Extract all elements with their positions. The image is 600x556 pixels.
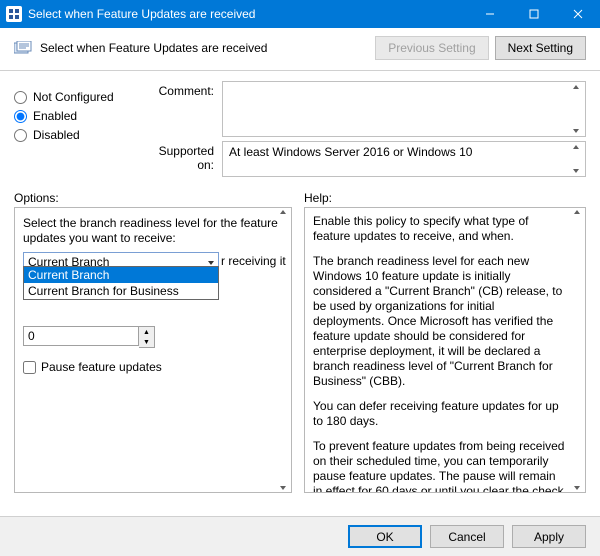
branch-dropdown[interactable]: Current Branch Current Branch for Busine… — [23, 266, 219, 300]
help-p4: To prevent feature updates from being re… — [313, 439, 567, 493]
radio-enabled[interactable]: Enabled — [14, 109, 144, 123]
options-panel: Select the branch readiness level for th… — [14, 207, 292, 493]
header: Select when Feature Updates are received… — [0, 28, 600, 71]
branch-prompt: Select the branch readiness level for th… — [23, 216, 283, 246]
radio-not-configured[interactable]: Not Configured — [14, 90, 144, 104]
comment-label: Comment: — [144, 81, 222, 137]
scroll-down-icon[interactable] — [569, 484, 585, 492]
supported-box: At least Windows Server 2016 or Windows … — [222, 141, 586, 177]
titlebar: Select when Feature Updates are received — [0, 0, 600, 28]
policy-icon — [14, 40, 32, 56]
help-p3: You can defer receiving feature updates … — [313, 399, 567, 429]
scroll-up-icon[interactable] — [568, 83, 584, 91]
supported-label: Supported on: — [144, 141, 222, 177]
ok-button[interactable]: OK — [348, 525, 422, 548]
help-panel: Enable this policy to specify what type … — [304, 207, 586, 493]
scroll-down-icon[interactable] — [275, 484, 291, 492]
supported-text: At least Windows Server 2016 or Windows … — [229, 145, 472, 159]
radio-enabled-label: Enabled — [33, 109, 77, 123]
app-icon — [6, 6, 22, 22]
state-radio-group: Not Configured Enabled Disabled — [14, 77, 144, 181]
pause-checkbox[interactable]: Pause feature updates — [23, 360, 283, 374]
help-p2: The branch readiness level for each new … — [313, 254, 567, 389]
dialog-footer: OK Cancel Apply — [0, 516, 600, 556]
pause-checkbox-label: Pause feature updates — [41, 360, 162, 374]
header-title: Select when Feature Updates are received — [40, 41, 369, 55]
options-heading: Options: — [14, 191, 292, 205]
help-heading: Help: — [292, 191, 586, 205]
spin-down-icon[interactable]: ▼ — [139, 337, 154, 347]
defer-days-input[interactable] — [23, 326, 139, 346]
maximize-button[interactable] — [512, 0, 556, 28]
cancel-button[interactable]: Cancel — [430, 525, 504, 548]
radio-disabled-label: Disabled — [33, 128, 80, 142]
help-p1: Enable this policy to specify what type … — [313, 214, 567, 244]
next-setting-button[interactable]: Next Setting — [495, 36, 586, 60]
apply-button[interactable]: Apply — [512, 525, 586, 548]
close-button[interactable] — [556, 0, 600, 28]
defer-label-tail: r receiving it — [221, 254, 283, 268]
minimize-button[interactable] — [468, 0, 512, 28]
defer-days-spinner[interactable]: ▲ ▼ — [23, 326, 283, 348]
window-title: Select when Feature Updates are received — [28, 7, 468, 21]
spin-up-icon[interactable]: ▲ — [139, 327, 154, 337]
scroll-down-icon[interactable] — [568, 127, 584, 135]
comment-textarea[interactable] — [222, 81, 586, 137]
radio-not-configured-label: Not Configured — [33, 90, 114, 104]
scroll-up-icon[interactable] — [569, 208, 585, 216]
scroll-up-icon[interactable] — [275, 208, 291, 216]
scroll-down-icon[interactable] — [568, 167, 584, 175]
scroll-up-icon[interactable] — [568, 143, 584, 151]
branch-option-current[interactable]: Current Branch — [24, 267, 218, 283]
radio-disabled[interactable]: Disabled — [14, 128, 144, 142]
branch-option-cbb[interactable]: Current Branch for Business — [24, 283, 218, 299]
pause-checkbox-input[interactable] — [23, 361, 36, 374]
previous-setting-button: Previous Setting — [375, 36, 488, 60]
